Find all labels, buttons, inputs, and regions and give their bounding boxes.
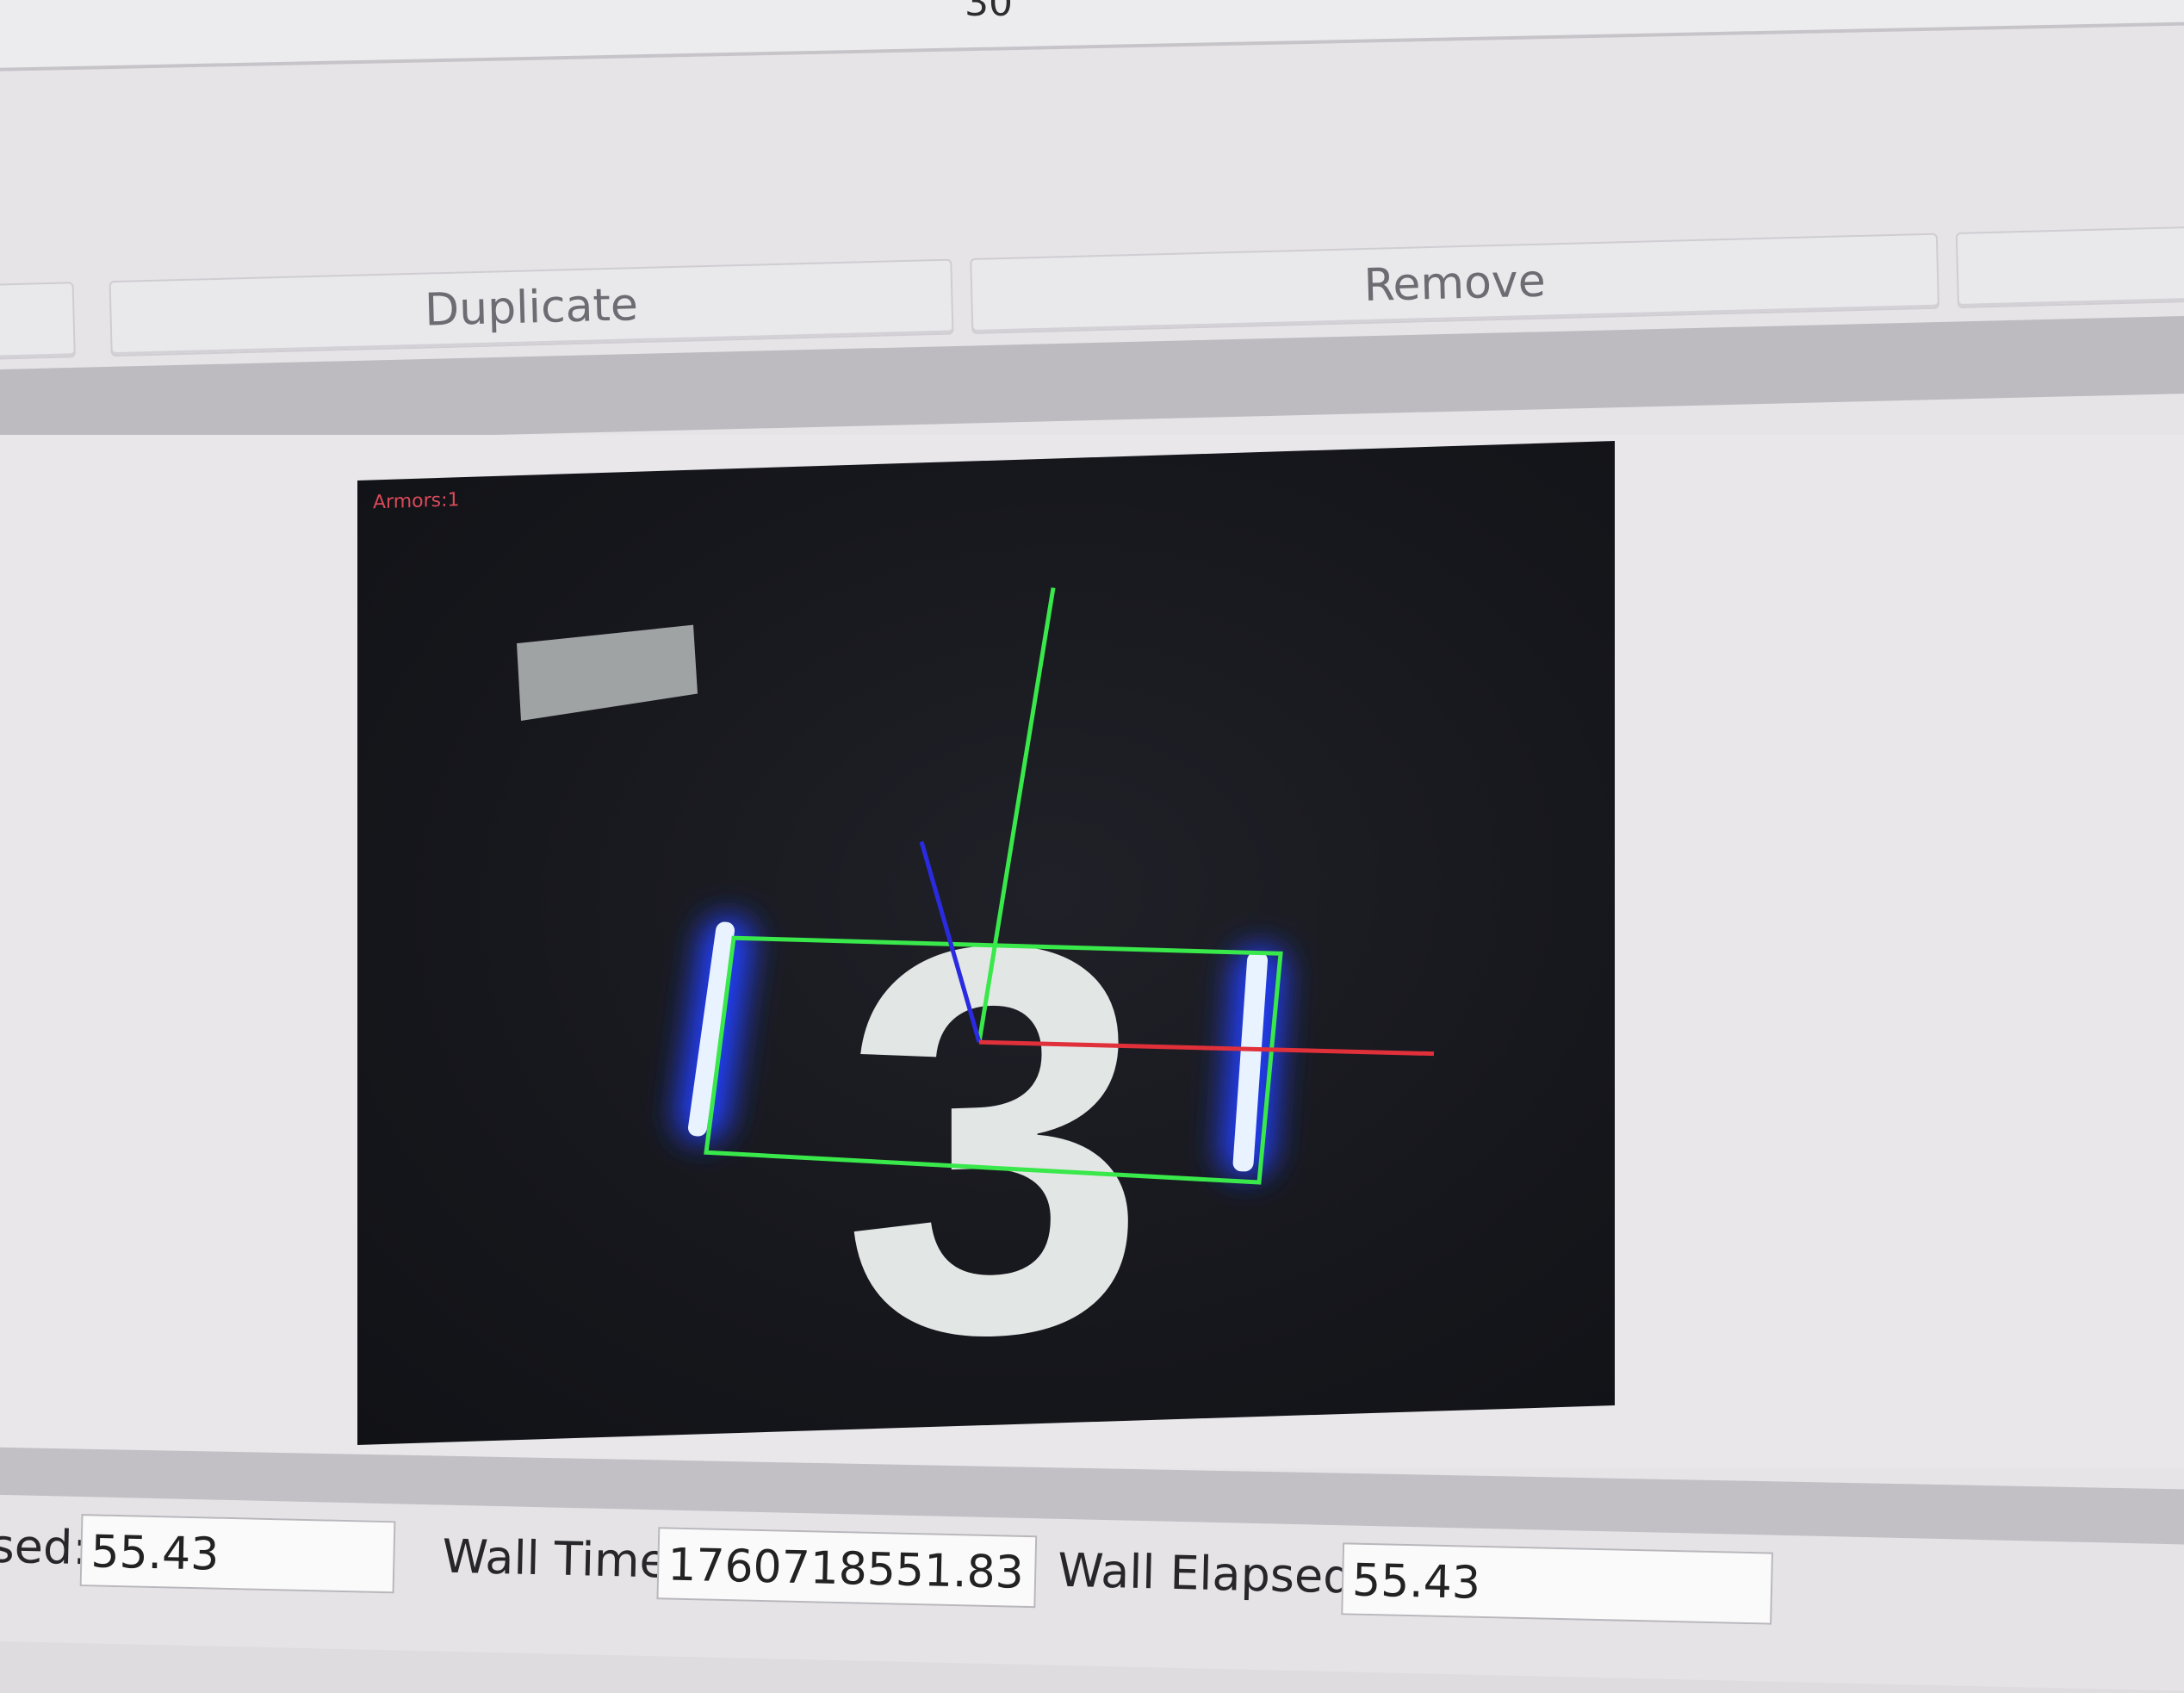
wall-elapsed-label: Wall Elapsed: [1057, 1542, 1369, 1604]
wall-elapsed-field[interactable]: 55.43 [1341, 1542, 1774, 1625]
elapsed-label: sed: [0, 1518, 90, 1576]
top-bar [0, 0, 2184, 72]
left-light-bar [676, 917, 754, 1141]
duplicate-button[interactable]: Duplicate [109, 258, 954, 357]
armor-digit: 3 [841, 826, 1148, 1445]
wall-time-field[interactable]: 1760718551.83 [656, 1527, 1038, 1609]
screen: 30 Duplicate Remove Armors:1 3 sed: 55.4… [0, 0, 2184, 1693]
background-object [517, 624, 698, 721]
remove-button[interactable]: Remove [970, 233, 1940, 334]
detection-overlay: 3 [517, 587, 1435, 1445]
camera-view: Armors:1 3 [357, 441, 1615, 1445]
top-value: 30 [965, 0, 1013, 25]
wall-time-label: Wall Time: [441, 1529, 685, 1589]
elapsed-field[interactable]: 55.43 [79, 1514, 396, 1594]
partial-button-left[interactable] [0, 282, 76, 361]
partial-button-right[interactable] [1955, 225, 2184, 309]
